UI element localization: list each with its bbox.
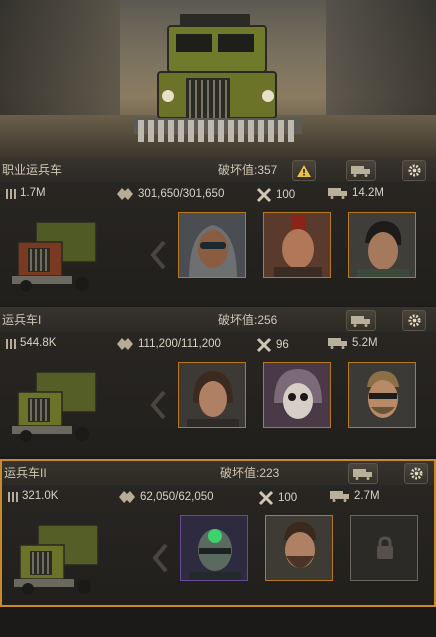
ammo-icon bbox=[8, 492, 18, 502]
gear-icon bbox=[409, 467, 423, 480]
crew-portrait-mohawk bbox=[264, 213, 330, 277]
truck-cargo-icon bbox=[328, 188, 347, 199]
crew-portrait-long-hair bbox=[179, 363, 245, 427]
vehicle-header: 职业运兵车 破坏值:357 bbox=[0, 158, 436, 182]
crew-slot-1[interactable] bbox=[178, 212, 246, 278]
stat-repair: 100 bbox=[256, 187, 295, 203]
crew-slot-1[interactable] bbox=[180, 515, 248, 581]
cargo-truck-button[interactable] bbox=[346, 160, 376, 181]
repair-value: 96 bbox=[276, 339, 289, 351]
vehicle-image bbox=[12, 221, 97, 292]
crew-slot-3[interactable] bbox=[348, 362, 416, 428]
stat-cargo: 14.2M bbox=[328, 187, 384, 199]
stat-cargo: 2.7M bbox=[330, 490, 380, 502]
crew-portrait-cyborg-green bbox=[181, 516, 247, 580]
ammo-value: 544.8K bbox=[20, 337, 57, 349]
armor-shield-icon bbox=[119, 491, 135, 503]
stat-ammo: 321.0K bbox=[8, 490, 58, 502]
crew-portrait-bearded-glasses bbox=[349, 363, 415, 427]
truck-cargo-icon bbox=[351, 165, 370, 177]
crew-slot-2[interactable] bbox=[265, 515, 333, 581]
repair-value: 100 bbox=[278, 492, 298, 504]
stat-armor: 62,050/62,050 bbox=[118, 490, 214, 504]
background-building-right bbox=[326, 0, 436, 115]
truck-cargo-icon bbox=[353, 468, 372, 480]
wrench-hammer-icon bbox=[258, 490, 274, 506]
crew-slot-3[interactable] bbox=[348, 212, 416, 278]
cargo-truck-button[interactable] bbox=[348, 463, 378, 484]
warning-triangle-icon bbox=[297, 164, 311, 177]
chevron-left-icon bbox=[150, 240, 166, 270]
vehicle-name: 运兵车I bbox=[2, 313, 42, 327]
settings-button[interactable] bbox=[402, 310, 426, 331]
ammo-icon bbox=[6, 189, 16, 199]
vehicle-panel-2[interactable]: 运兵车I 破坏值:256 544.8K 111,200/111,200 96 5… bbox=[0, 307, 436, 456]
wrench-hammer-icon bbox=[256, 187, 272, 203]
truck-cargo-icon bbox=[351, 315, 370, 327]
ammo-icon bbox=[6, 339, 16, 349]
hero-truck-image bbox=[134, 14, 302, 142]
truck-cargo-icon bbox=[330, 491, 349, 502]
vehicle-header: 运兵车I 破坏值:256 bbox=[0, 308, 436, 332]
vehicle-name: 运兵车II bbox=[4, 466, 47, 480]
cargo-truck-button[interactable] bbox=[346, 310, 376, 331]
crew-portrait-bearded bbox=[266, 516, 332, 580]
vehicle-stats: 544.8K 111,200/111,200 96 5.2M bbox=[0, 335, 436, 355]
vehicle-stats: 321.0K 62,050/62,050 100 2.7M bbox=[2, 488, 434, 508]
stat-ammo: 544.8K bbox=[6, 337, 56, 349]
crew-slot-3-locked[interactable] bbox=[350, 515, 418, 581]
stat-repair: 100 bbox=[258, 490, 297, 506]
background-building-left bbox=[0, 0, 120, 120]
stat-armor: 301,650/301,650 bbox=[116, 187, 224, 201]
wrench-hammer-icon bbox=[256, 337, 272, 353]
crew-slot-2[interactable] bbox=[263, 212, 331, 278]
cargo-value: 2.7M bbox=[354, 490, 380, 502]
settings-button[interactable] bbox=[402, 160, 426, 181]
armor-shield-icon bbox=[117, 188, 133, 200]
settings-button[interactable] bbox=[404, 463, 428, 484]
vehicle-panel-3[interactable]: 运兵车II 破坏值:223 321.0K 62,050/62,050 100 2… bbox=[0, 459, 436, 607]
chevron-left-icon bbox=[152, 543, 168, 573]
gear-icon bbox=[407, 314, 421, 327]
warning-button[interactable] bbox=[292, 160, 316, 181]
crew-portrait-skull-mask bbox=[264, 363, 330, 427]
stat-armor: 111,200/111,200 bbox=[116, 337, 221, 351]
cargo-value: 14.2M bbox=[352, 187, 384, 199]
stat-ammo: 1.7M bbox=[6, 187, 46, 199]
vehicle-stats: 1.7M 301,650/301,650 100 14.2M bbox=[0, 185, 436, 205]
ammo-value: 321.0K bbox=[22, 490, 59, 502]
ammo-value: 1.7M bbox=[20, 187, 46, 199]
damage-value: 破坏值:223 bbox=[220, 466, 280, 480]
vehicle-image bbox=[14, 524, 99, 595]
chevron-left-icon bbox=[150, 390, 166, 420]
armor-shield-icon bbox=[117, 338, 133, 350]
vehicle-header: 运兵车II 破坏值:223 bbox=[2, 461, 434, 485]
truck-cargo-icon bbox=[328, 338, 347, 349]
armor-value: 62,050/62,050 bbox=[140, 491, 214, 503]
crew-portrait-dark-hair bbox=[349, 213, 415, 277]
lock-icon bbox=[377, 536, 393, 559]
repair-value: 100 bbox=[276, 189, 296, 201]
cargo-value: 5.2M bbox=[352, 337, 378, 349]
stat-cargo: 5.2M bbox=[328, 337, 378, 349]
vehicle-image bbox=[12, 371, 97, 442]
crew-portrait-hood-sunglasses bbox=[179, 213, 245, 277]
hero-vehicle-banner bbox=[0, 0, 436, 160]
gear-icon bbox=[407, 164, 421, 177]
crew-slot-2[interactable] bbox=[263, 362, 331, 428]
stat-repair: 96 bbox=[256, 337, 289, 353]
armor-value: 111,200/111,200 bbox=[138, 338, 221, 350]
crew-slot-1[interactable] bbox=[178, 362, 246, 428]
damage-value: 破坏值:357 bbox=[218, 163, 278, 177]
damage-value: 破坏值:256 bbox=[218, 313, 278, 327]
armor-value: 301,650/301,650 bbox=[138, 188, 225, 200]
vehicle-panel-1[interactable]: 职业运兵车 破坏值:357 1.7M 301,650/301,650 100 1… bbox=[0, 157, 436, 306]
vehicle-name: 职业运兵车 bbox=[2, 163, 63, 177]
